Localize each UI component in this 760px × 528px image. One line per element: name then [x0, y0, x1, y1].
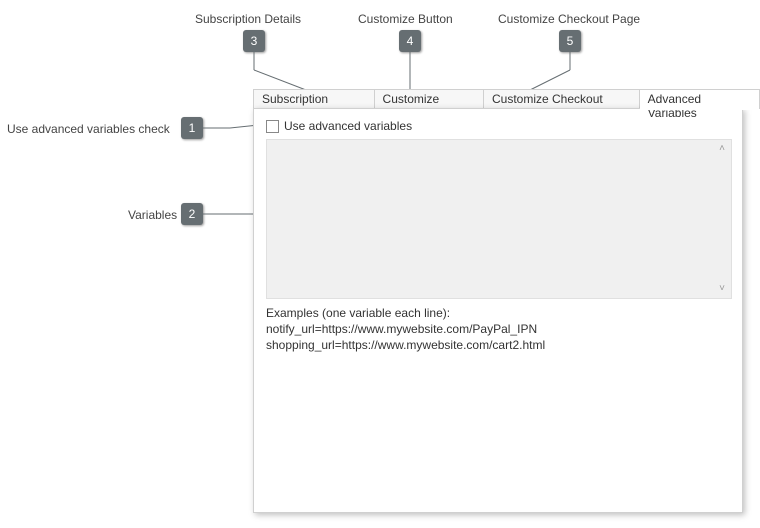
examples-heading: Examples (one variable each line):	[266, 305, 732, 321]
callout-label-customize-checkout: Customize Checkout Page	[498, 12, 640, 26]
examples-line-1: notify_url=https://www.mywebsite.com/Pay…	[266, 321, 732, 337]
callout-badge-2: 2	[181, 203, 203, 225]
use-advanced-variables-label: Use advanced variables	[284, 119, 412, 133]
callout-badge-1: 1	[181, 117, 203, 139]
scroll-down-icon[interactable]: ˅	[715, 282, 729, 296]
examples-line-2: shopping_url=https://www.mywebsite.com/c…	[266, 337, 732, 353]
tab-advanced-variables[interactable]: Advanced Variables	[640, 89, 760, 109]
advanced-variables-panel: Use advanced variables ˄ ˅ Examples (one…	[253, 108, 743, 513]
tab-bar: Subscription Details Customize Button Cu…	[253, 89, 760, 109]
tab-customize-button[interactable]: Customize Button	[375, 89, 484, 109]
use-advanced-variables-row: Use advanced variables	[266, 119, 412, 133]
scroll-up-icon[interactable]: ˄	[715, 142, 729, 156]
callout-badge-5: 5	[559, 30, 581, 52]
callout-label-subscription-details: Subscription Details	[195, 12, 301, 26]
callout-badge-3: 3	[243, 30, 265, 52]
tab-customize-checkout-page[interactable]: Customize Checkout Page	[484, 89, 640, 109]
callout-label-use-advanced-check: Use advanced variables check	[7, 122, 170, 136]
callout-badge-4: 4	[399, 30, 421, 52]
variables-textarea[interactable]: ˄ ˅	[266, 139, 732, 299]
examples-text: Examples (one variable each line): notif…	[266, 305, 732, 354]
callout-label-variables: Variables	[128, 208, 177, 222]
tab-subscription-details[interactable]: Subscription Details	[253, 89, 375, 109]
use-advanced-variables-checkbox[interactable]	[266, 120, 279, 133]
callout-label-customize-button: Customize Button	[358, 12, 453, 26]
